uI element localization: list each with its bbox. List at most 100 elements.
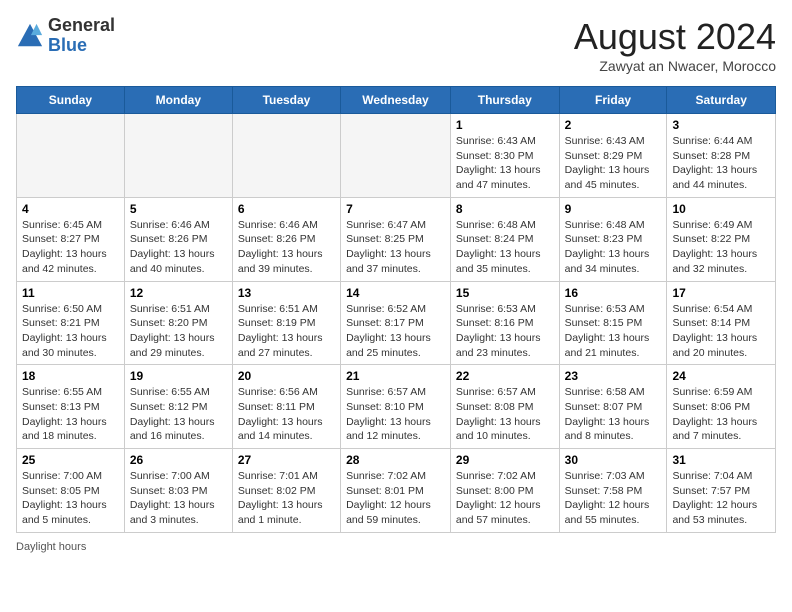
day-number: 18 [22, 369, 119, 383]
day-header: Wednesday [341, 87, 451, 114]
calendar-cell: 26Sunrise: 7:00 AMSunset: 8:03 PMDayligh… [124, 449, 232, 533]
day-info: Sunrise: 6:51 AMSunset: 8:20 PMDaylight:… [130, 302, 227, 361]
day-number: 14 [346, 286, 445, 300]
day-info: Sunrise: 7:02 AMSunset: 8:00 PMDaylight:… [456, 469, 554, 528]
day-header: Saturday [667, 87, 776, 114]
day-info: Sunrise: 6:46 AMSunset: 8:26 PMDaylight:… [238, 218, 335, 277]
day-number: 11 [22, 286, 119, 300]
day-number: 29 [456, 453, 554, 467]
title-area: August 2024 Zawyat an Nwacer, Morocco [574, 16, 776, 74]
calendar-cell: 14 Sunrise: 6:52 AMSunset: 8:17 PMDayligh… [341, 281, 451, 365]
calendar-cell: 2 Sunrise: 6:43 AMSunset: 8:29 PMDaylight… [559, 114, 667, 198]
calendar-cell: 23 Sunrise: 6:58 AMSunset: 8:07 PMDayligh… [559, 365, 667, 449]
day-info: Sunrise: 6:55 AMSunset: 8:12 PMDaylight:… [130, 385, 227, 444]
day-info: Sunrise: 6:44 AMSunset: 8:28 PMDaylight:… [672, 134, 770, 193]
day-info: Sunrise: 6:54 AMSunset: 8:14 PMDaylight:… [672, 302, 770, 361]
day-number: 12 [130, 286, 227, 300]
day-info: Sunrise: 6:55 AMSunset: 8:13 PMDaylight:… [22, 385, 119, 444]
day-number: 7 [346, 202, 445, 216]
day-info: Sunrise: 6:53 AMSunset: 8:16 PMDaylight:… [456, 302, 554, 361]
calendar-cell: 29 Sunrise: 7:02 AMSunset: 8:00 PMDayligh… [450, 449, 559, 533]
day-number: 28 [346, 453, 445, 467]
day-info: Sunrise: 6:58 AMSunset: 8:07 PMDaylight:… [565, 385, 662, 444]
day-info: Sunrise: 6:51 AMSunset: 8:19 PMDaylight:… [238, 302, 335, 361]
logo: General Blue [16, 16, 115, 56]
calendar-cell [124, 114, 232, 198]
day-number: 27 [238, 453, 335, 467]
day-number: 8 [456, 202, 554, 216]
calendar-cell [17, 114, 125, 198]
day-number: 4 [22, 202, 119, 216]
day-header: Sunday [17, 87, 125, 114]
day-header: Monday [124, 87, 232, 114]
day-number: 20 [238, 369, 335, 383]
day-number: 19 [130, 369, 227, 383]
calendar-cell: 3 Sunrise: 6:44 AMSunset: 8:28 PMDaylight… [667, 114, 776, 198]
day-number: 6 [238, 202, 335, 216]
day-header: Thursday [450, 87, 559, 114]
day-info: Sunrise: 7:01 AMSunset: 8:02 PMDaylight:… [238, 469, 335, 528]
day-number: 13 [238, 286, 335, 300]
day-info: Sunrise: 7:03 AMSunset: 7:58 PMDaylight:… [565, 469, 662, 528]
day-number: 15 [456, 286, 554, 300]
day-info: Sunrise: 6:46 AMSunset: 8:26 PMDaylight:… [130, 218, 227, 277]
day-number: 3 [672, 118, 770, 132]
calendar-cell: 24 Sunrise: 6:59 AMSunset: 8:06 PMDayligh… [667, 365, 776, 449]
day-info: Sunrise: 6:50 AMSunset: 8:21 PMDaylight:… [22, 302, 119, 361]
day-info: Sunrise: 6:52 AMSunset: 8:17 PMDaylight:… [346, 302, 445, 361]
day-number: 5 [130, 202, 227, 216]
day-number: 23 [565, 369, 662, 383]
day-info: Sunrise: 6:57 AMSunset: 8:08 PMDaylight:… [456, 385, 554, 444]
calendar-cell: 16 Sunrise: 6:53 AMSunset: 8:15 PMDayligh… [559, 281, 667, 365]
day-number: 16 [565, 286, 662, 300]
calendar-cell: 8 Sunrise: 6:48 AMSunset: 8:24 PMDaylight… [450, 197, 559, 281]
day-header: Friday [559, 87, 667, 114]
calendar-cell: 30 Sunrise: 7:03 AMSunset: 7:58 PMDayligh… [559, 449, 667, 533]
day-info: Sunrise: 7:04 AMSunset: 7:57 PMDaylight:… [672, 469, 770, 528]
day-number: 24 [672, 369, 770, 383]
day-info: Sunrise: 7:02 AMSunset: 8:01 PMDaylight:… [346, 469, 445, 528]
day-number: 17 [672, 286, 770, 300]
calendar-cell: 17 Sunrise: 6:54 AMSunset: 8:14 PMDayligh… [667, 281, 776, 365]
footer-note: Daylight hours [16, 541, 776, 553]
day-info: Sunrise: 6:43 AMSunset: 8:29 PMDaylight:… [565, 134, 662, 193]
day-info: Sunrise: 6:48 AMSunset: 8:23 PMDaylight:… [565, 218, 662, 277]
calendar-cell: 7Sunrise: 6:47 AMSunset: 8:25 PMDaylight… [341, 197, 451, 281]
day-info: Sunrise: 6:49 AMSunset: 8:22 PMDaylight:… [672, 218, 770, 277]
calendar-cell: 13 Sunrise: 6:51 AMSunset: 8:19 PMDayligh… [232, 281, 340, 365]
calendar-cell: 27 Sunrise: 7:01 AMSunset: 8:02 PMDayligh… [232, 449, 340, 533]
day-info: Sunrise: 6:57 AMSunset: 8:10 PMDaylight:… [346, 385, 445, 444]
day-header: Tuesday [232, 87, 340, 114]
day-info: Sunrise: 6:43 AMSunset: 8:30 PMDaylight:… [456, 134, 554, 193]
day-info: Sunrise: 6:53 AMSunset: 8:15 PMDaylight:… [565, 302, 662, 361]
calendar-cell: 12 Sunrise: 6:51 AMSunset: 8:20 PMDayligh… [124, 281, 232, 365]
calendar-cell [232, 114, 340, 198]
calendar-cell: 21Sunrise: 6:57 AMSunset: 8:10 PMDayligh… [341, 365, 451, 449]
calendar-cell: 10 Sunrise: 6:49 AMSunset: 8:22 PMDayligh… [667, 197, 776, 281]
day-number: 30 [565, 453, 662, 467]
day-info: Sunrise: 6:56 AMSunset: 8:11 PMDaylight:… [238, 385, 335, 444]
logo-icon [16, 22, 44, 50]
day-number: 22 [456, 369, 554, 383]
calendar-cell: 19 Sunrise: 6:55 AMSunset: 8:12 PMDayligh… [124, 365, 232, 449]
logo-blue-text: Blue [48, 35, 87, 55]
logo-general-text: General [48, 15, 115, 35]
day-info: Sunrise: 6:45 AMSunset: 8:27 PMDaylight:… [22, 218, 119, 277]
day-number: 26 [130, 453, 227, 467]
calendar-cell: 18 Sunrise: 6:55 AMSunset: 8:13 PMDayligh… [17, 365, 125, 449]
day-info: Sunrise: 6:48 AMSunset: 8:24 PMDaylight:… [456, 218, 554, 277]
day-number: 2 [565, 118, 662, 132]
day-number: 10 [672, 202, 770, 216]
day-info: Sunrise: 6:59 AMSunset: 8:06 PMDaylight:… [672, 385, 770, 444]
day-number: 1 [456, 118, 554, 132]
calendar-cell: 25Sunrise: 7:00 AMSunset: 8:05 PMDayligh… [17, 449, 125, 533]
day-info: Sunrise: 7:00 AMSunset: 8:05 PMDaylight:… [22, 469, 119, 528]
day-number: 31 [672, 453, 770, 467]
calendar-cell: 15 Sunrise: 6:53 AMSunset: 8:16 PMDayligh… [450, 281, 559, 365]
calendar-cell: 28 Sunrise: 7:02 AMSunset: 8:01 PMDayligh… [341, 449, 451, 533]
calendar-cell [341, 114, 451, 198]
calendar-cell: 31 Sunrise: 7:04 AMSunset: 7:57 PMDayligh… [667, 449, 776, 533]
calendar-cell: 1 Sunrise: 6:43 AMSunset: 8:30 PMDaylight… [450, 114, 559, 198]
calendar-table: SundayMondayTuesdayWednesdayThursdayFrid… [16, 86, 776, 533]
calendar-cell: 20 Sunrise: 6:56 AMSunset: 8:11 PMDayligh… [232, 365, 340, 449]
